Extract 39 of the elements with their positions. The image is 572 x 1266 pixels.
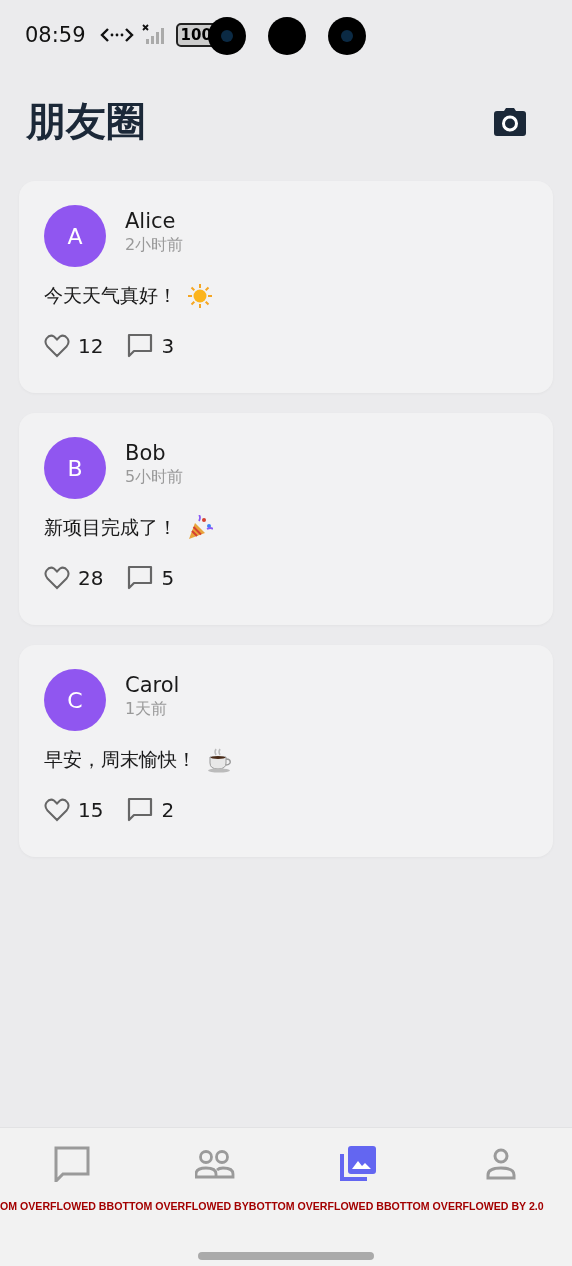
like-count: 12 [78, 334, 104, 358]
avatar: C [44, 669, 106, 731]
post-text: 早安，周末愉快！ [44, 747, 196, 772]
avatar: B [44, 437, 106, 499]
post-time: 2小时前 [125, 234, 184, 256]
comment-icon[interactable] [127, 333, 154, 359]
camera-icon[interactable] [494, 107, 526, 136]
overflow-warning: BOTTOM OVERFLOWED B [248, 1200, 384, 1212]
avatar: A [44, 205, 106, 267]
comment-count: 5 [161, 566, 175, 590]
chat-icon[interactable] [53, 1146, 90, 1182]
post-time: 5小时前 [125, 466, 184, 488]
user-name: Bob [125, 440, 167, 465]
sun-icon [187, 283, 213, 309]
contacts-icon[interactable] [194, 1149, 235, 1179]
status-time: 08:59 [25, 23, 86, 47]
comment-icon[interactable] [127, 565, 154, 591]
data-transfer-icon [99, 26, 134, 44]
heart-icon[interactable] [44, 566, 70, 590]
user-name: Carol [125, 672, 180, 697]
overflow-warning: BOTTOM OVERFLOWED BY [106, 1200, 249, 1212]
user-name: Alice [125, 208, 177, 233]
photo-gallery-icon[interactable] [339, 1146, 376, 1182]
post-time: 1天前 [125, 698, 169, 720]
overflow-warning: OM OVERFLOWED B [0, 1200, 107, 1212]
like-count: 28 [78, 566, 104, 590]
comment-count: 2 [161, 798, 175, 822]
like-count: 15 [78, 798, 104, 822]
comment-count: 3 [161, 334, 175, 358]
overflow-warning: BOTTOM OVERFLOWED BY 2.0 [383, 1200, 544, 1212]
heart-icon[interactable] [44, 798, 70, 822]
page-title: 朋友圈 [26, 97, 146, 146]
post-text: 今天天气真好！ [44, 283, 177, 308]
party-popper-icon [187, 515, 213, 541]
person-icon[interactable] [485, 1148, 516, 1180]
heart-icon[interactable] [44, 334, 70, 358]
post-text: 新项目完成了！ [44, 515, 177, 540]
comment-icon[interactable] [127, 797, 154, 823]
coffee-cup-icon [206, 747, 234, 773]
